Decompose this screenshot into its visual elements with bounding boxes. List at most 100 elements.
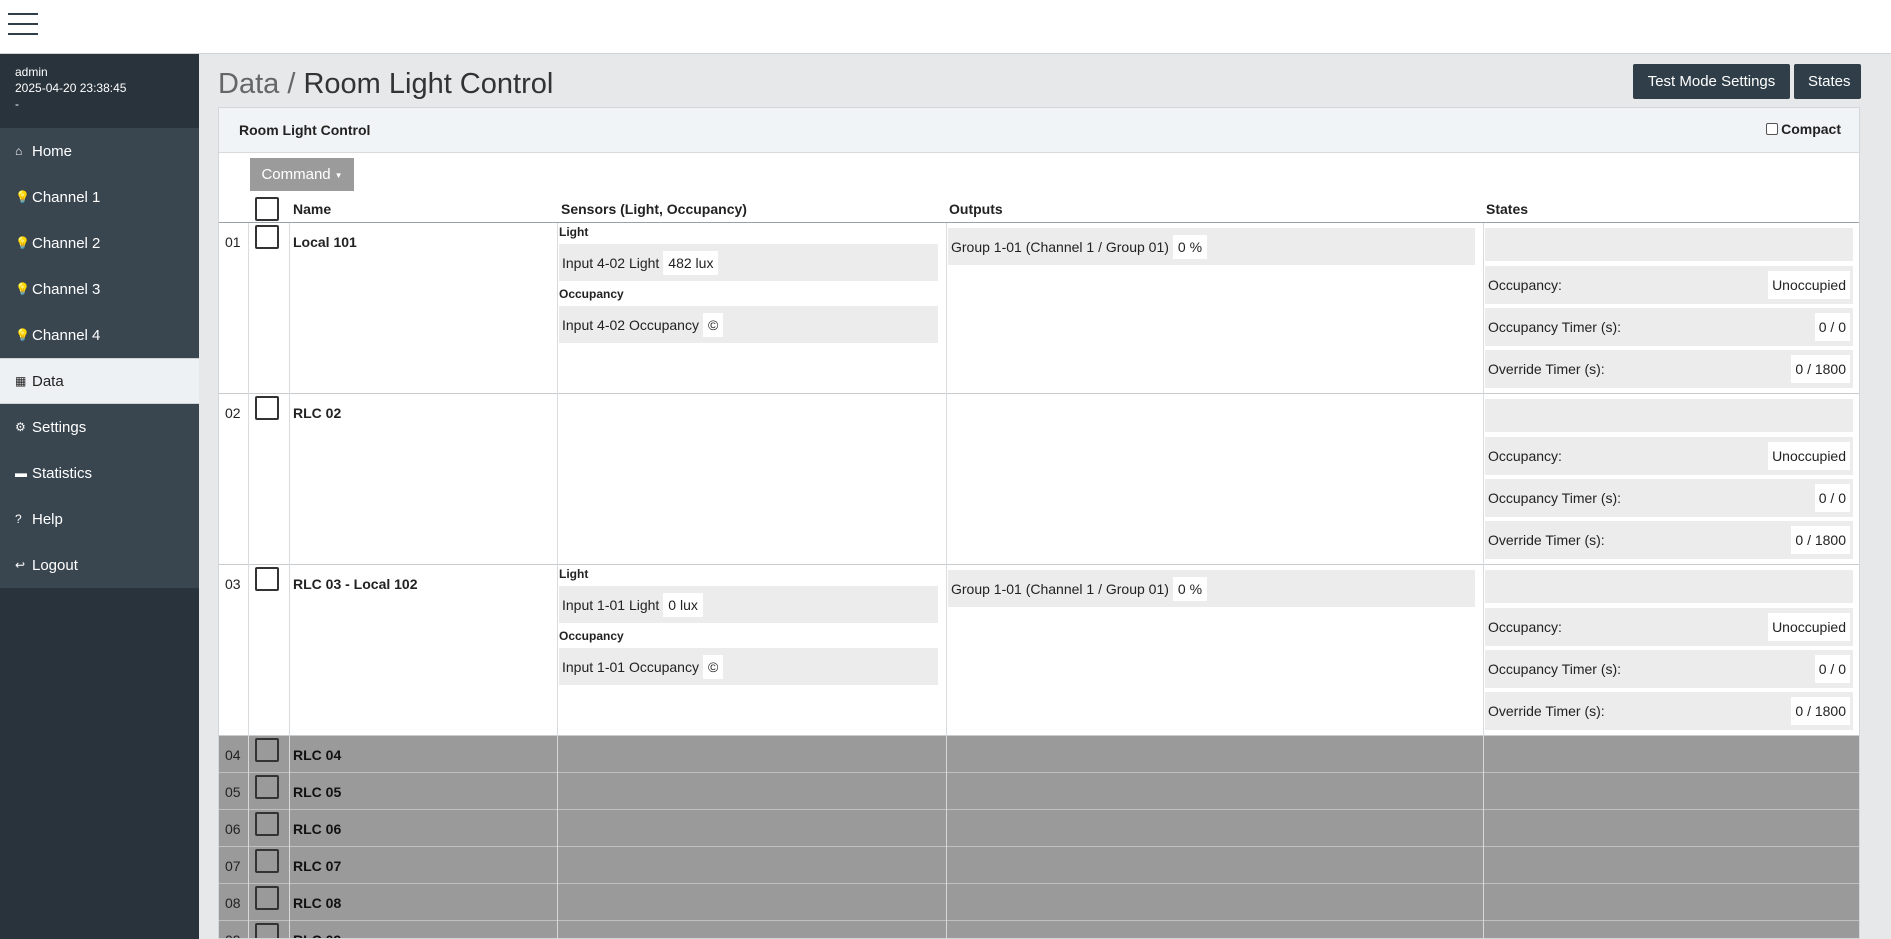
home-icon: ⌂ [15, 144, 23, 158]
output-group-name: Group 1-01 (Channel 1 / Group 01) [951, 580, 1169, 597]
row-number: 04 [225, 747, 241, 763]
row-name[interactable]: Local 101 [293, 234, 357, 250]
compact-toggle[interactable]: Compact [1766, 121, 1841, 137]
column-divider [289, 394, 290, 565]
state-blank [1485, 228, 1853, 261]
row-checkbox[interactable] [255, 923, 279, 938]
test-mode-settings-button[interactable]: Test Mode Settings [1633, 64, 1790, 99]
sidebar-item-statistics[interactable]: ▬ Statistics [0, 450, 199, 496]
table-row-inactive[interactable]: 08 RLC 08 [219, 884, 1859, 921]
occupancy-state-value: Unoccupied [1768, 442, 1850, 470]
user-info: admin 2025-04-20 23:38:45 - [0, 54, 199, 128]
output-group: Group 1-01 (Channel 1 / Group 01) 0 % [948, 228, 1475, 265]
column-divider [289, 565, 290, 736]
data-icon: ▦ [15, 374, 27, 388]
sidebar-item-help[interactable]: ? Help [0, 496, 199, 542]
row-name[interactable]: RLC 05 [293, 784, 341, 800]
row-name[interactable]: RLC 07 [293, 858, 341, 874]
column-divider [946, 773, 947, 810]
table-row-inactive[interactable]: 06 RLC 06 [219, 810, 1859, 847]
occupancy-timer-state: Occupancy Timer (s): 0 / 0 [1485, 650, 1853, 688]
column-divider [946, 565, 947, 736]
sidebar-item-channel-2[interactable]: 💡 Channel 2 [0, 220, 199, 266]
column-divider [557, 394, 558, 565]
user-datetime: 2025-04-20 23:38:45 [15, 81, 127, 95]
row-checkbox[interactable] [255, 812, 279, 836]
page-title: Data / Room Light Control [218, 68, 553, 101]
states-button[interactable]: States [1794, 64, 1861, 99]
row-name[interactable]: RLC 09 [293, 932, 341, 938]
table-row-inactive[interactable]: 04 RLC 04 [219, 736, 1859, 773]
column-divider [248, 773, 249, 810]
sidebar-item-settings[interactable]: ⚙ Settings [0, 404, 199, 450]
sidebar-item-home[interactable]: ⌂ Home [0, 128, 199, 174]
row-checkbox[interactable] [255, 738, 279, 762]
sidebar-item-label: Channel 2 [32, 234, 101, 252]
column-states[interactable]: States [1486, 201, 1528, 217]
row-name[interactable]: RLC 06 [293, 821, 341, 837]
occupancy-state: Occupancy: Unoccupied [1485, 437, 1853, 475]
select-all-checkbox[interactable] [255, 197, 279, 221]
column-divider [946, 223, 947, 394]
row-number: 05 [225, 784, 241, 800]
light-sensor-value: 0 lux [663, 592, 703, 617]
column-divider [1483, 847, 1484, 884]
user-name: admin [15, 65, 48, 79]
row-checkbox[interactable] [255, 225, 279, 249]
column-divider [248, 884, 249, 921]
sidebar-item-data[interactable]: ▦ Data [0, 358, 199, 404]
occupancy-timer-state-label: Occupancy Timer (s): [1488, 319, 1622, 335]
column-divider [557, 884, 558, 921]
column-name[interactable]: Name [293, 201, 331, 217]
sidebar-item-label: Channel 3 [32, 280, 101, 298]
row-checkbox[interactable] [255, 849, 279, 873]
sidebar-item-label: Data [32, 372, 64, 390]
column-divider [1483, 884, 1484, 921]
occupancy-sensor-name: Input 4-02 Occupancy [562, 316, 699, 333]
occupancy-timer-state-label: Occupancy Timer (s): [1488, 661, 1622, 677]
column-divider [557, 223, 558, 394]
row-name[interactable]: RLC 08 [293, 895, 341, 911]
occupancy-sensor-name: Input 1-01 Occupancy [562, 658, 699, 675]
user-extra: - [15, 97, 19, 111]
sidebar-item-label: Settings [32, 418, 87, 436]
logout-icon: ↩ [15, 558, 26, 572]
command-dropdown-button[interactable]: Command ▼ [250, 158, 354, 191]
occupancy-state: Occupancy: Unoccupied [1485, 266, 1853, 304]
row-name[interactable]: RLC 04 [293, 747, 341, 763]
command-label: Command [261, 166, 331, 183]
table-row-inactive[interactable]: 05 RLC 05 [219, 773, 1859, 810]
bulb-icon: 💡 [15, 328, 30, 342]
row-name[interactable]: RLC 02 [293, 405, 341, 421]
column-divider [289, 810, 290, 847]
sidebar-item-logout[interactable]: ↩ Logout [0, 542, 199, 588]
table-row-inactive[interactable]: 09 RLC 09 [219, 921, 1859, 938]
column-divider [289, 921, 290, 938]
column-divider [557, 773, 558, 810]
sidebar-item-channel-1[interactable]: 💡 Channel 1 [0, 174, 199, 220]
row-checkbox[interactable] [255, 886, 279, 910]
state-blank [1485, 399, 1853, 432]
row-name[interactable]: RLC 03 - Local 102 [293, 576, 418, 592]
hamburger-menu-icon[interactable] [8, 13, 38, 37]
occupancy-timer-state-value: 0 / 0 [1814, 655, 1850, 683]
column-divider [1483, 736, 1484, 773]
occupancy-state-label: Occupancy: [1488, 277, 1562, 293]
column-outputs[interactable]: Outputs [949, 201, 1003, 217]
sidebar-item-channel-4[interactable]: 💡 Channel 4 [0, 312, 199, 358]
column-divider [557, 736, 558, 773]
row-checkbox[interactable] [255, 775, 279, 799]
breadcrumb-data[interactable]: Data [218, 68, 279, 100]
compact-checkbox[interactable] [1766, 123, 1779, 135]
column-sensors[interactable]: Sensors (Light, Occupancy) [561, 201, 747, 217]
table-row-inactive[interactable]: 07 RLC 07 [219, 847, 1859, 884]
column-divider [1483, 810, 1484, 847]
sidebar-item-label: Channel 1 [32, 188, 101, 206]
occupancy-sensor-label: Occupancy [559, 287, 624, 301]
sidebar-nav: ⌂ Home 💡 Channel 1 💡 Channel 2 💡 Channel 3 💡 Chan… [0, 128, 199, 588]
row-checkbox[interactable] [255, 567, 279, 591]
row-checkbox[interactable] [255, 396, 279, 420]
occupancy-sensor-value: © [702, 654, 724, 679]
column-divider [946, 884, 947, 921]
sidebar-item-channel-3[interactable]: 💡 Channel 3 [0, 266, 199, 312]
